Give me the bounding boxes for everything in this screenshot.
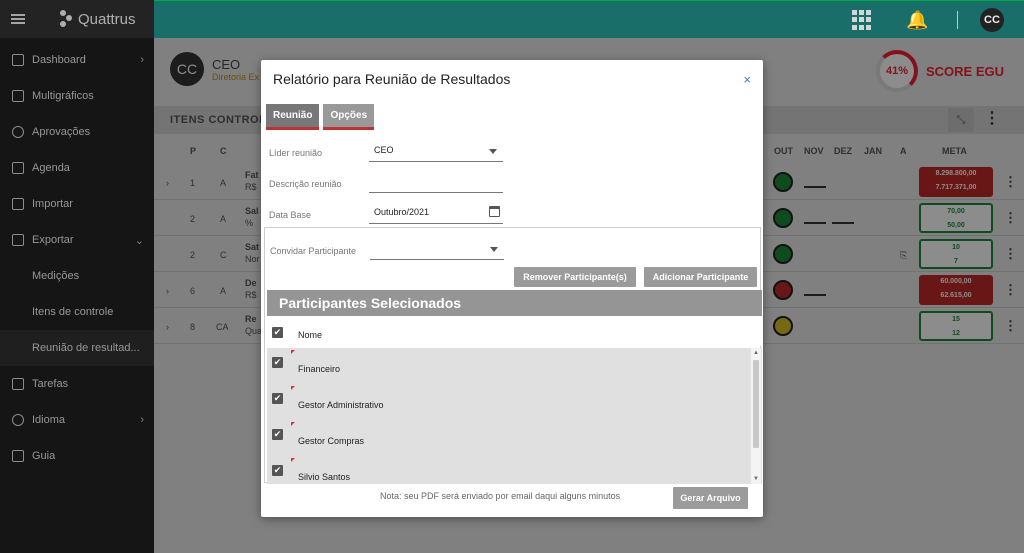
participant-checkbox[interactable]: ✔ [272, 429, 283, 440]
descricao-row: Descrição reunião [269, 173, 509, 195]
flag-icon [291, 458, 295, 462]
modal-title: Relatório para Reunião de Resultados [273, 71, 511, 87]
descricao-label: Descrição reunião [269, 179, 342, 189]
gerar-arquivo-button[interactable]: Gerar Arquivo [673, 487, 748, 509]
lider-label: Líder reunião [269, 148, 323, 158]
remover-participante-button[interactable]: Remover Participante(s) [514, 267, 636, 287]
lider-select[interactable]: CEO [369, 142, 503, 162]
report-modal: Relatório para Reunião de Resultados × R… [261, 60, 763, 517]
data-base-value: Outubro/2021 [374, 207, 430, 217]
chevron-down-icon [489, 149, 497, 154]
tab-reuniao[interactable]: Reunião [266, 104, 320, 130]
data-base-input[interactable]: Outubro/2021 [369, 204, 503, 224]
participant-name: Gestor Administrativo [298, 400, 384, 410]
list-item[interactable]: ✔ Gestor Administrativo [267, 384, 747, 420]
list-header: ✔ Nome [267, 316, 762, 346]
divider [957, 11, 958, 29]
flag-icon [291, 386, 295, 390]
scroll-down-icon[interactable]: ▼ [753, 476, 759, 482]
participants-section: Convidar Participante Remover Participan… [264, 227, 762, 484]
lider-row: Líder reunião CEO [269, 142, 509, 164]
list-item[interactable]: ✔ Silvio Santos [267, 456, 747, 484]
convidar-row: Convidar Participante [270, 240, 510, 262]
user-avatar[interactable]: CC [980, 8, 1004, 32]
modal-tabs: Reunião Opções [266, 104, 375, 130]
select-all-checkbox[interactable]: ✔ [272, 327, 283, 338]
participant-name: Silvio Santos [298, 472, 351, 482]
data-base-label: Data Base [269, 210, 312, 220]
flag-icon [291, 422, 295, 426]
scroll-up-icon[interactable]: ▲ [753, 350, 759, 356]
notification-bell-icon[interactable]: 🔔 [906, 10, 928, 30]
calendar-icon[interactable] [489, 206, 500, 217]
list-scrollbar[interactable]: ▲ ▼ [751, 348, 761, 484]
data-base-row: Data Base Outubro/2021 [269, 204, 509, 226]
close-icon[interactable]: × [743, 72, 751, 87]
participant-name: Gestor Compras [298, 436, 365, 446]
column-nome: Nome [298, 330, 323, 340]
list-item[interactable]: ✔ Financeiro [267, 348, 747, 384]
sidebar-backdrop [0, 0, 154, 553]
descricao-input[interactable] [369, 173, 503, 193]
convidar-label: Convidar Participante [270, 246, 357, 256]
participant-name: Financeiro [298, 364, 341, 374]
tab-opcoes[interactable]: Opções [323, 104, 375, 130]
topbar: 🔔 CC [154, 0, 1024, 38]
adicionar-participante-button[interactable]: Adicionar Participante [644, 267, 757, 287]
participant-checkbox[interactable]: ✔ [272, 357, 283, 368]
participants-title: Participantes Selecionados [267, 290, 762, 316]
participant-checkbox[interactable]: ✔ [272, 393, 283, 404]
apps-grid-icon[interactable] [852, 10, 872, 30]
lider-value: CEO [374, 145, 394, 155]
flag-icon [291, 350, 295, 354]
list-item[interactable]: ✔ Gestor Compras [267, 420, 747, 456]
participant-checkbox[interactable]: ✔ [272, 465, 283, 476]
pdf-note: Nota: seu PDF será enviado por email daq… [380, 491, 621, 501]
chevron-down-icon [490, 247, 498, 252]
scrollbar-thumb[interactable] [753, 360, 759, 448]
convidar-select[interactable] [370, 240, 504, 260]
participants-list: ✔ Financeiro ✔ Gestor Administrativo ✔ G… [267, 348, 762, 484]
